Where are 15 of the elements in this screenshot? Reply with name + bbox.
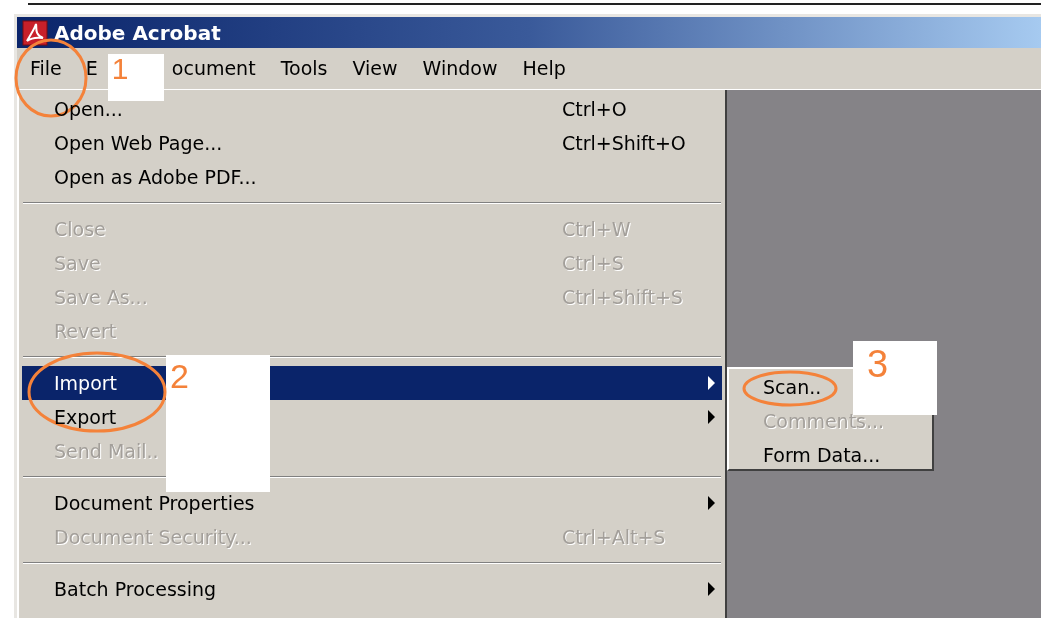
menu-item[interactable]: Batch Processing: [22, 572, 722, 606]
menu-bar-item[interactable]: E: [76, 53, 107, 84]
menu-bar-item[interactable]: Tools: [271, 53, 337, 84]
annotation-tooltip: 2: [166, 355, 270, 492]
menu-item[interactable]: Open as Adobe PDF...: [22, 160, 722, 194]
submenu-item[interactable]: Form Data...: [763, 438, 881, 472]
annotation-tooltip: 3: [853, 341, 937, 415]
menu-bar-item[interactable]: Window: [413, 53, 507, 84]
menu-bar-item[interactable]: Help: [513, 53, 575, 84]
menu-item[interactable]: Open Web Page... Ctrl+Shift+O: [22, 126, 722, 160]
menu-bar-item[interactable]: ocument: [162, 53, 265, 84]
window-title: Adobe Acrobat: [54, 20, 221, 45]
annotation-tooltip: 1: [107, 54, 164, 101]
menu-bar-item[interactable]: View: [343, 53, 407, 84]
app-icon: [22, 19, 48, 46]
